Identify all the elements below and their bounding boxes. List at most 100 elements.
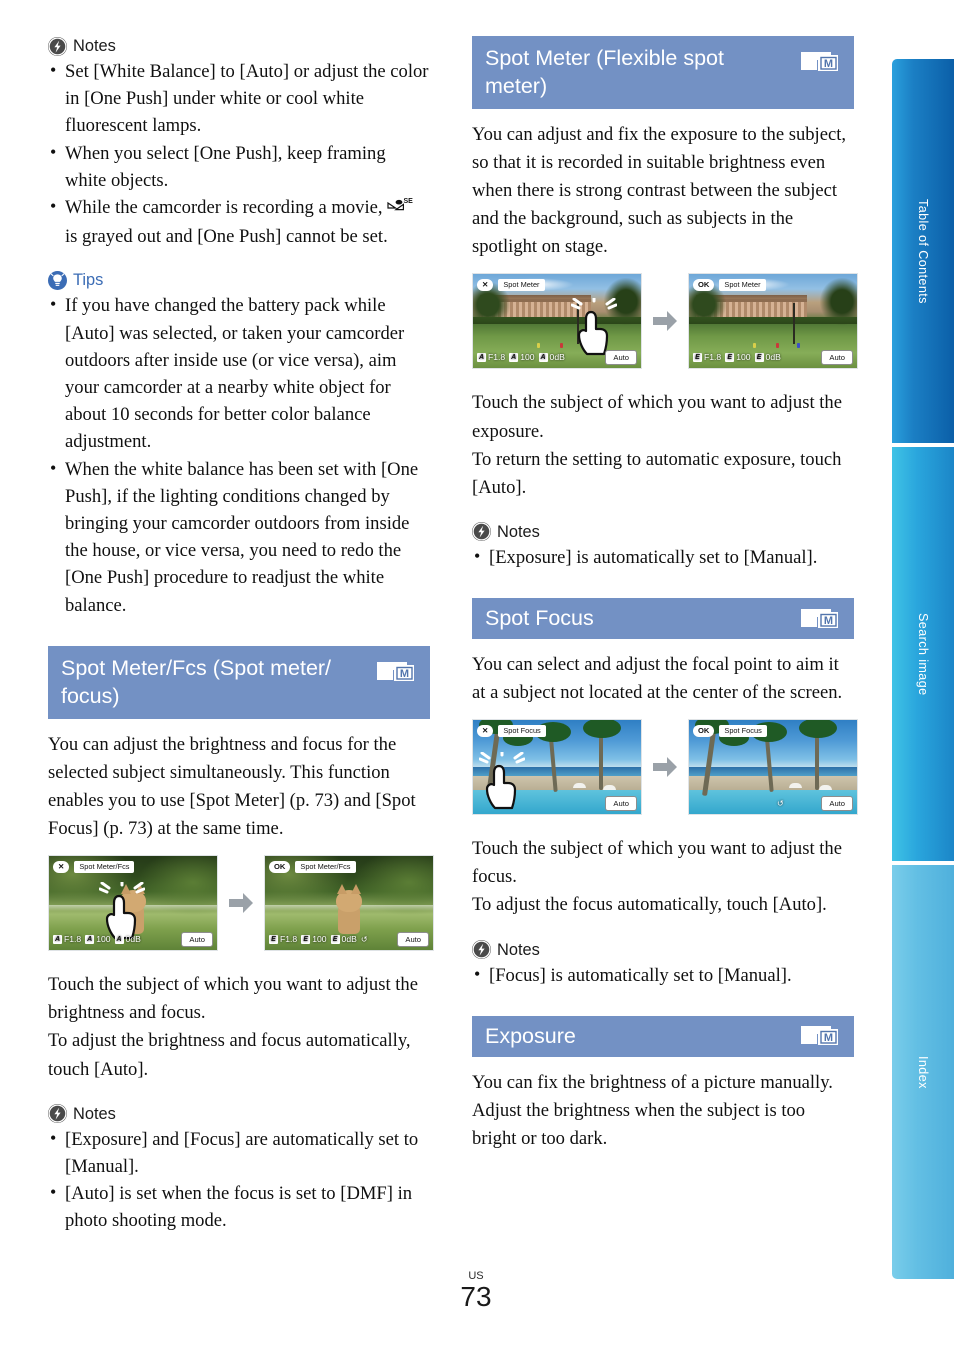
- aperture-text: F1.8: [280, 934, 298, 945]
- mode-chip: A: [53, 934, 62, 944]
- list-item: When the white balance has been set with…: [48, 455, 430, 619]
- ok-button[interactable]: OK: [269, 860, 291, 873]
- arrow-right-icon: [652, 309, 678, 333]
- section-title: Spot Focus: [485, 606, 594, 631]
- gain-value: A 0dB: [114, 933, 141, 945]
- mode-chip: E: [330, 934, 340, 944]
- list-item: When you select [One Push], keep framing…: [48, 139, 430, 194]
- osd-title: Spot Meter/Fcs: [295, 860, 356, 873]
- osd-top-bar: OK Spot Meter/Fcs: [269, 860, 429, 873]
- close-icon[interactable]: ✕: [53, 860, 70, 873]
- notes-heading: Notes: [48, 36, 430, 56]
- notes-heading: Notes: [472, 940, 854, 960]
- figure-spot-meter: ✕ Spot Meter A F1.8 A 100 A 0dB Auto OK …: [472, 273, 858, 370]
- list-item: [Focus] is automatically set to [Manual]…: [472, 961, 854, 989]
- osd-bottom-bar: A F1.8 A 100 A 0dB Auto: [477, 349, 637, 365]
- list-item: [Exposure] is automatically set to [Manu…: [472, 543, 854, 571]
- instruction-line-1: Touch the subject of which you want to a…: [472, 838, 842, 888]
- right-column: Spot Meter (Flexible spot meter) M You c…: [472, 36, 858, 1153]
- list-item: While the camcorder is recording a movie…: [48, 193, 430, 250]
- auto-button[interactable]: Auto: [821, 795, 853, 811]
- svg-text:M: M: [824, 58, 833, 70]
- svg-text:SET: SET: [404, 198, 414, 205]
- mode-chip: A: [114, 934, 124, 944]
- auto-button[interactable]: Auto: [605, 349, 637, 365]
- list-item: If you have changed the battery pack whi…: [48, 291, 430, 455]
- gain-value: A 0dB: [538, 351, 565, 363]
- figure-spot-meter-fcs: ✕ Spot Meter/Fcs A F1.8 A 100 A 0dB Auto…: [48, 855, 434, 952]
- section-header-exposure: Exposure M: [472, 1015, 854, 1057]
- gain-text: 0dB: [549, 352, 565, 363]
- manual-mode-badge-icon: M: [800, 1023, 844, 1049]
- close-icon[interactable]: ✕: [477, 278, 494, 291]
- osd-bottom-bar: E F1.8 E 100 E 0dB ↺ Auto: [269, 931, 429, 947]
- notes-icon: [472, 522, 491, 542]
- auto-button[interactable]: Auto: [397, 931, 429, 947]
- manual-mode-badge-icon: M: [376, 659, 420, 685]
- mode-chip: E: [693, 352, 702, 362]
- sidebar-item-label: Index: [916, 1055, 930, 1089]
- section-body: You can adjust the brightness and focus …: [48, 733, 416, 840]
- mode-chip: E: [269, 934, 278, 944]
- list-item: [Auto] is set when the focus is set to […: [48, 1179, 430, 1234]
- sidebar-item-index[interactable]: Index: [890, 863, 954, 1281]
- auto-button[interactable]: Auto: [821, 349, 853, 365]
- sidebar-item-search-image[interactable]: Search image: [890, 445, 954, 863]
- section-title: Exposure: [485, 1023, 576, 1048]
- section-header-spot-meter-fcs: Spot Meter/Fcs (Spot meter/ focus) M: [48, 645, 430, 719]
- tips-block: Tips If you have changed the battery pac…: [48, 270, 430, 618]
- gain-value: E 0dB: [330, 933, 357, 945]
- svg-text:M: M: [824, 614, 833, 626]
- auto-button[interactable]: Auto: [181, 931, 213, 947]
- note-text-suffix: is grayed out and [One Push] cannot be s…: [65, 226, 388, 248]
- ok-button[interactable]: OK: [693, 278, 715, 291]
- aperture-text: F1.8: [704, 352, 722, 363]
- aperture-text: F1.8: [488, 352, 506, 363]
- tips-heading: Tips: [48, 270, 430, 290]
- aperture-value: A F1.8: [53, 933, 81, 945]
- close-icon[interactable]: ✕: [477, 724, 494, 737]
- gain-text: 0dB: [765, 352, 781, 363]
- mode-chip: A: [509, 352, 519, 362]
- instruction-line-1: Touch the subject of which you want to a…: [48, 974, 418, 1024]
- tips-list: If you have changed the battery pack whi…: [48, 291, 430, 619]
- osd-title: Spot Meter: [719, 278, 766, 291]
- svg-text:M: M: [400, 668, 409, 680]
- osd-title: Spot Focus: [498, 724, 546, 737]
- shutter-text: 100: [520, 352, 535, 363]
- notes-heading-label: Notes: [73, 1104, 116, 1123]
- mode-chip: A: [477, 352, 486, 362]
- osd-top-bar: OK Spot Focus: [693, 724, 853, 737]
- notes-heading-label: Notes: [73, 37, 116, 55]
- mode-chip: E: [754, 352, 764, 362]
- osd-top-bar: OK Spot Meter: [693, 278, 853, 291]
- shutter-text: 100: [312, 934, 327, 945]
- shutter-text: 100: [736, 352, 751, 363]
- page-footer: US 73: [0, 1271, 954, 1311]
- ok-button[interactable]: OK: [693, 724, 715, 737]
- device-screen-after: OK Spot Meter E F1.8 E 100 E 0dB Auto: [688, 273, 858, 370]
- notes-icon: [472, 940, 491, 960]
- side-navigation: Table of Contents Search image Index: [890, 57, 954, 1281]
- notes-heading-label: Notes: [497, 522, 540, 541]
- device-screen-after: OK Spot Focus ↺ Auto: [688, 719, 858, 816]
- auto-button[interactable]: Auto: [605, 795, 637, 811]
- list-item: [Exposure] and [Focus] are automatically…: [48, 1125, 430, 1180]
- notes-block-spot-meter-fcs: Notes [Exposure] and [Focus] are automat…: [48, 1104, 430, 1235]
- notes-heading: Notes: [472, 522, 854, 542]
- notes-heading: Notes: [48, 1104, 430, 1124]
- device-screen-before: ✕ Spot Focus Auto: [472, 719, 642, 816]
- instruction-line-1: Touch the subject of which you want to a…: [472, 392, 842, 442]
- osd-bottom-bar: ↺ Auto: [693, 795, 853, 811]
- sidebar-item-table-of-contents[interactable]: Table of Contents: [890, 57, 954, 445]
- osd-top-bar: ✕ Spot Meter/Fcs: [53, 860, 213, 873]
- shutter-text: 100: [96, 934, 111, 945]
- figure-spot-focus: ✕ Spot Focus Auto OK Spot Focus ↺ Auto: [472, 719, 858, 816]
- left-column: Notes Set [White Balance] to [Auto] or a…: [48, 36, 434, 1235]
- arrow-right-icon: [652, 755, 678, 779]
- gain-text: 0dB: [341, 934, 357, 945]
- reset-icon: ↺: [360, 934, 368, 944]
- device-screen-before: ✕ Spot Meter A F1.8 A 100 A 0dB Auto: [472, 273, 642, 370]
- mode-chip: A: [85, 934, 95, 944]
- page-number: 73: [460, 1281, 492, 1312]
